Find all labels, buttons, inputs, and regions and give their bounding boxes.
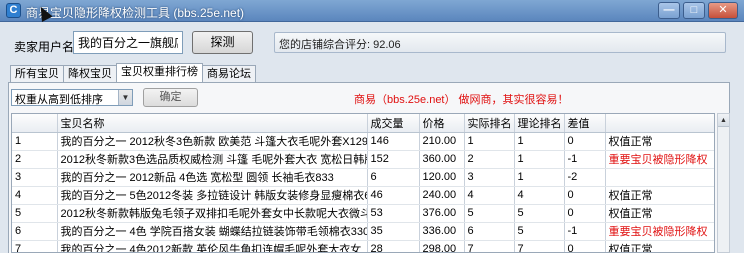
table-row[interactable]: 7 我的百分之一 4色2012新款 英伦风牛角扣连帽毛呢外套大衣女 28 298.00… xyxy=(12,240,714,252)
table-cell: 4 xyxy=(514,186,565,205)
vertical-scrollbar[interactable]: ▲ xyxy=(717,113,730,253)
table-cell: 我的百分之一 4色 学院百搭女装 蝴蝶结拉链装饰带毛领棉衣3306 xyxy=(57,222,368,241)
column-header[interactable]: 差值 xyxy=(564,114,606,133)
table-cell: -1 xyxy=(564,222,606,241)
table-cell: 0 xyxy=(564,204,606,223)
table-row[interactable]: 2 2012秋冬新款3色选品质权威检测 斗篷 毛呢外套大衣 宽松日韩版女 152 36… xyxy=(12,150,714,169)
chevron-down-icon[interactable]: ▼ xyxy=(118,90,132,105)
status-cell: 重要宝贝被隐形降权 xyxy=(605,150,714,169)
table-cell: -2 xyxy=(564,168,606,187)
status-cell: 权值正常 xyxy=(605,240,714,252)
table-cell: 7 xyxy=(12,240,58,252)
table-cell: 我的百分之一 4色2012新款 英伦风牛角扣连帽毛呢外套大衣女 xyxy=(57,240,368,252)
table-cell: 53 xyxy=(367,204,420,223)
close-button[interactable]: ✕ xyxy=(708,2,738,19)
table-cell: 35 xyxy=(367,222,420,241)
column-header[interactable]: 实际排名 xyxy=(464,114,515,133)
maximize-button[interactable]: □ xyxy=(683,2,705,19)
column-header[interactable] xyxy=(605,114,714,133)
table-cell: 1 xyxy=(514,132,565,151)
table-cell: 1 xyxy=(12,132,58,151)
column-header[interactable] xyxy=(12,114,58,133)
store-score-display: 您的店铺综合评分: 92.06 xyxy=(274,32,726,53)
table-cell: 4 xyxy=(12,186,58,205)
table-cell: 2 xyxy=(464,150,515,169)
table-cell: 3 xyxy=(464,168,515,187)
app-icon: C xyxy=(6,3,21,18)
confirm-button[interactable]: 确定 xyxy=(143,88,198,107)
window-title: 商易宝贝隐形降权检测工具 (bbs.25e.net) xyxy=(26,6,245,20)
table-cell: 7 xyxy=(464,240,515,252)
table-cell: 5 xyxy=(464,204,515,223)
title-bar: C 商易宝贝隐形降权检测工具 (bbs.25e.net) — □ ✕ xyxy=(0,0,744,22)
table-cell: 3 xyxy=(12,168,58,187)
table-row[interactable]: 3 我的百分之一 2012新品 4色选 宽松型 圆领 长袖毛衣833 6 120.00… xyxy=(12,168,714,187)
tab-all-items[interactable]: 所有宝贝 xyxy=(10,65,64,82)
tab-weight-ranking[interactable]: 宝贝权重排行榜 xyxy=(116,63,203,82)
sort-order-value: 权重从高到低排序 xyxy=(15,94,103,106)
status-cell xyxy=(605,168,714,187)
table-cell: 5 xyxy=(12,204,58,223)
status-cell: 权值正常 xyxy=(605,204,714,223)
table-cell: 我的百分之一 2012秋冬3色新款 欧美范 斗篷大衣毛呢外套X1293 xyxy=(57,132,368,151)
table-cell: 0 xyxy=(564,132,606,151)
column-header[interactable]: 成交量 xyxy=(367,114,420,133)
minimize-button[interactable]: — xyxy=(658,2,680,19)
table-cell: 6 xyxy=(367,168,420,187)
table-cell: 360.00 xyxy=(419,150,465,169)
status-cell: 权值正常 xyxy=(605,132,714,151)
table-cell: 6 xyxy=(12,222,58,241)
table-cell: 120.00 xyxy=(419,168,465,187)
table-header-row: 宝贝名称 成交量 价格 实际排名 理论排名 差值 xyxy=(12,114,714,133)
tab-bar: 所有宝贝 降权宝贝 宝贝权重排行榜 商易论坛 xyxy=(10,63,256,83)
table-cell: 46 xyxy=(367,186,420,205)
table-cell: 我的百分之一 2012新品 4色选 宽松型 圆领 长袖毛衣833 xyxy=(57,168,368,187)
table-cell: 146 xyxy=(367,132,420,151)
table-row[interactable]: 5 2012秋冬新款韩版兔毛领子双排扣毛呢外套女中长款呢大衣微斗篷女 53 376.0… xyxy=(12,204,714,223)
table-cell: 4 xyxy=(464,186,515,205)
table-cell: 28 xyxy=(367,240,420,252)
table-cell: 2012秋冬新款韩版兔毛领子双排扣毛呢外套女中长款呢大衣微斗篷女 xyxy=(57,204,368,223)
table-cell: 152 xyxy=(367,150,420,169)
table-cell: 1 xyxy=(464,132,515,151)
table-cell: 298.00 xyxy=(419,240,465,252)
seller-label: 卖家用户名: xyxy=(14,40,78,54)
table-cell: 我的百分之一 5色2012冬装 多拉链设计 韩版女装修身显瘦棉衣603 xyxy=(57,186,368,205)
items-table: 宝贝名称 成交量 价格 实际排名 理论排名 差值 1 我的百分之一 2012秋冬3… xyxy=(11,113,715,253)
table-cell: 376.00 xyxy=(419,204,465,223)
table-cell: 336.00 xyxy=(419,222,465,241)
table-cell: 240.00 xyxy=(419,186,465,205)
window-controls: — □ ✕ xyxy=(658,2,738,19)
table-row[interactable]: 6 我的百分之一 4色 学院百搭女装 蝴蝶结拉链装饰带毛领棉衣3306 35 336.… xyxy=(12,222,714,241)
status-cell: 重要宝贝被隐形降权 xyxy=(605,222,714,241)
column-header[interactable]: 宝贝名称 xyxy=(57,114,368,133)
table-cell: 5 xyxy=(514,222,565,241)
table-cell: 7 xyxy=(514,240,565,252)
seller-name-input[interactable] xyxy=(73,31,183,54)
tab-demoted-items[interactable]: 降权宝贝 xyxy=(63,65,117,82)
table-cell: 2 xyxy=(12,150,58,169)
column-header[interactable]: 价格 xyxy=(419,114,465,133)
table-cell: 6 xyxy=(464,222,515,241)
table-cell: 210.00 xyxy=(419,132,465,151)
table-row[interactable]: 1 我的百分之一 2012秋冬3色新款 欧美范 斗篷大衣毛呢外套X1293 146 2… xyxy=(12,132,714,151)
table-cell: 1 xyxy=(514,168,565,187)
table-cell: 2012秋冬新款3色选品质权威检测 斗篷 毛呢外套大衣 宽松日韩版女 xyxy=(57,150,368,169)
table-cell: 1 xyxy=(514,150,565,169)
table-cell: 0 xyxy=(564,240,606,252)
table-cell: 5 xyxy=(514,204,565,223)
detect-button[interactable]: 探测 xyxy=(192,31,253,54)
table-cell: -1 xyxy=(564,150,606,169)
column-header[interactable]: 理论排名 xyxy=(514,114,565,133)
sort-order-select[interactable]: 权重从高到低排序 ▼ xyxy=(11,89,133,106)
scroll-up-icon[interactable]: ▲ xyxy=(718,114,729,127)
tab-forum[interactable]: 商易论坛 xyxy=(202,65,256,82)
status-cell: 权值正常 xyxy=(605,186,714,205)
table-row[interactable]: 4 我的百分之一 5色2012冬装 多拉链设计 韩版女装修身显瘦棉衣603 46 24… xyxy=(12,186,714,205)
table-cell: 0 xyxy=(564,186,606,205)
promo-text: 商易（bbs.25e.net） 做网商，其实很容易！ xyxy=(354,94,569,106)
